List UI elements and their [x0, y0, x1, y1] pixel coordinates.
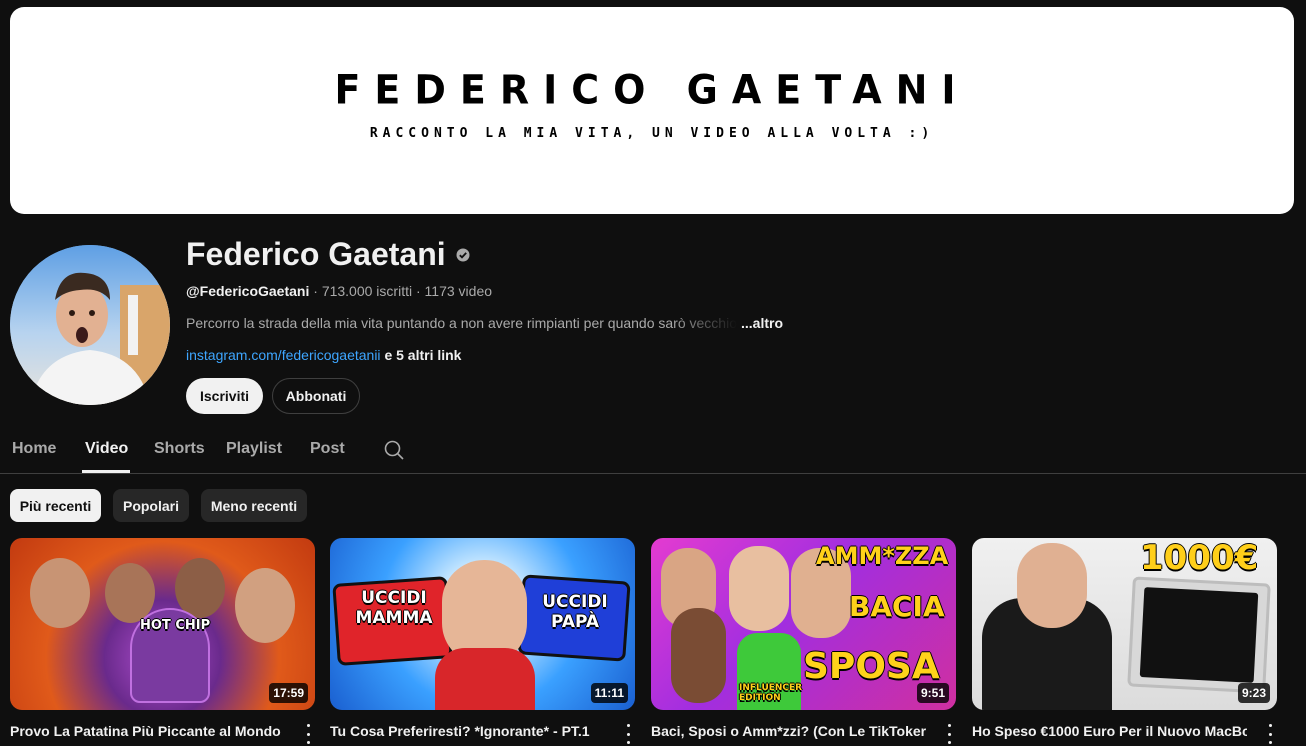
video-title[interactable]: Ho Speso €1000 Euro Per il Nuovo MacBook [972, 723, 1247, 739]
video-card[interactable]: AMM*ZZA BACIA SPOSA INFLUENCER EDITION 9… [651, 538, 956, 744]
more-vert-icon[interactable] [301, 724, 315, 744]
tab-playlist[interactable]: Playlist [226, 440, 282, 458]
meta-separator: · [415, 283, 421, 299]
tab-video[interactable]: Video [85, 440, 128, 458]
channel-banner: FEDERICO GAETANI RACCONTO LA MIA VITA, U… [10, 7, 1294, 214]
tab-shorts[interactable]: Shorts [154, 440, 205, 458]
channel-description[interactable]: Percorro la strada della mia vita puntan… [186, 315, 783, 331]
thumbnail-text-right: UCCIDI PAPÀ [542, 592, 608, 632]
video-thumbnail[interactable]: UCCIDI MAMMA UCCIDI PAPÀ 11:11 [330, 538, 635, 710]
video-title[interactable]: Tu Cosa Preferiresti? *Ignorante* - PT.1 [330, 723, 605, 739]
channel-page: FEDERICO GAETANI RACCONTO LA MIA VITA, U… [0, 0, 1306, 746]
channel-handle: @FedericoGaetani [186, 283, 310, 299]
more-links-button[interactable]: e 5 altri link [384, 347, 461, 363]
video-title[interactable]: Baci, Sposi o Amm*zzi? (Con Le TikTokers… [651, 723, 926, 739]
video-card[interactable]: HOT CHIP 17:59 Provo La Patatina Più Pic… [10, 538, 315, 744]
verified-icon [456, 248, 470, 261]
video-duration: 17:59 [269, 683, 308, 703]
thumbnail-badge: INFLUENCER EDITION [739, 683, 803, 703]
video-duration: 9:51 [916, 683, 949, 703]
video-title[interactable]: Provo La Patatina Più Piccante al Mondo [10, 723, 285, 739]
subscriber-count: 713.000 iscritti [321, 283, 413, 299]
search-icon[interactable] [383, 439, 405, 461]
banner-title: FEDERICO GAETANI [334, 66, 970, 114]
meta-separator: · [313, 283, 318, 299]
video-thumbnail[interactable]: HOT CHIP 17:59 [10, 538, 315, 710]
thumbnail-text-bottom: SPOSA [803, 646, 940, 687]
thumbnail-text-mid: BACIA [849, 590, 945, 623]
banner-subtitle: RACCONTO LA MIA VITA, UN VIDEO ALLA VOLT… [369, 126, 935, 141]
video-duration: 9:23 [1237, 683, 1270, 703]
avatar-image [10, 245, 170, 405]
channel-name: Federico Gaetani [186, 236, 470, 273]
chip-oldest[interactable]: Meno recenti [201, 489, 307, 522]
channel-tabs: Home Video Shorts Playlist Post [0, 426, 1306, 474]
channel-meta: @FedericoGaetani · 713.000 iscritti · 11… [186, 283, 492, 299]
video-thumbnail[interactable]: AMM*ZZA BACIA SPOSA INFLUENCER EDITION 9… [651, 538, 956, 710]
more-vert-icon[interactable] [1263, 724, 1277, 744]
thumbnail-text-top: AMM*ZZA [816, 542, 949, 570]
chip-popular[interactable]: Popolari [113, 489, 189, 522]
join-button[interactable]: Abbonati [272, 378, 360, 414]
video-duration: 11:11 [590, 683, 628, 703]
thumbnail-text-left: UCCIDI MAMMA [355, 588, 433, 628]
tab-home[interactable]: Home [12, 440, 56, 458]
video-thumbnail[interactable]: 1000€ 9:23 [972, 538, 1277, 710]
channel-avatar[interactable] [10, 245, 170, 405]
thumbnail-text: 1000€ [1140, 538, 1259, 578]
chip-most-recent[interactable]: Più recenti [10, 489, 101, 522]
channel-links: instagram.com/federicogaetanii e 5 altri… [186, 347, 461, 363]
channel-name-text: Federico Gaetani [186, 236, 446, 272]
tab-post[interactable]: Post [310, 440, 345, 458]
description-text: Percorro la strada della mia vita puntan… [186, 315, 737, 331]
video-count: 1173 video [424, 283, 493, 299]
instagram-link[interactable]: instagram.com/federicogaetanii [186, 347, 381, 363]
more-vert-icon[interactable] [621, 724, 635, 744]
description-more-link[interactable]: ...altro [741, 315, 783, 331]
video-card[interactable]: UCCIDI MAMMA UCCIDI PAPÀ 11:11 Tu Cosa P… [330, 538, 635, 744]
video-card[interactable]: 1000€ 9:23 Ho Speso €1000 Euro Per il Nu… [972, 538, 1277, 744]
more-vert-icon[interactable] [942, 724, 956, 744]
subscribe-button[interactable]: Iscriviti [186, 378, 263, 414]
thumbnail-text: HOT CHIP [140, 618, 211, 633]
active-tab-indicator [82, 470, 130, 473]
